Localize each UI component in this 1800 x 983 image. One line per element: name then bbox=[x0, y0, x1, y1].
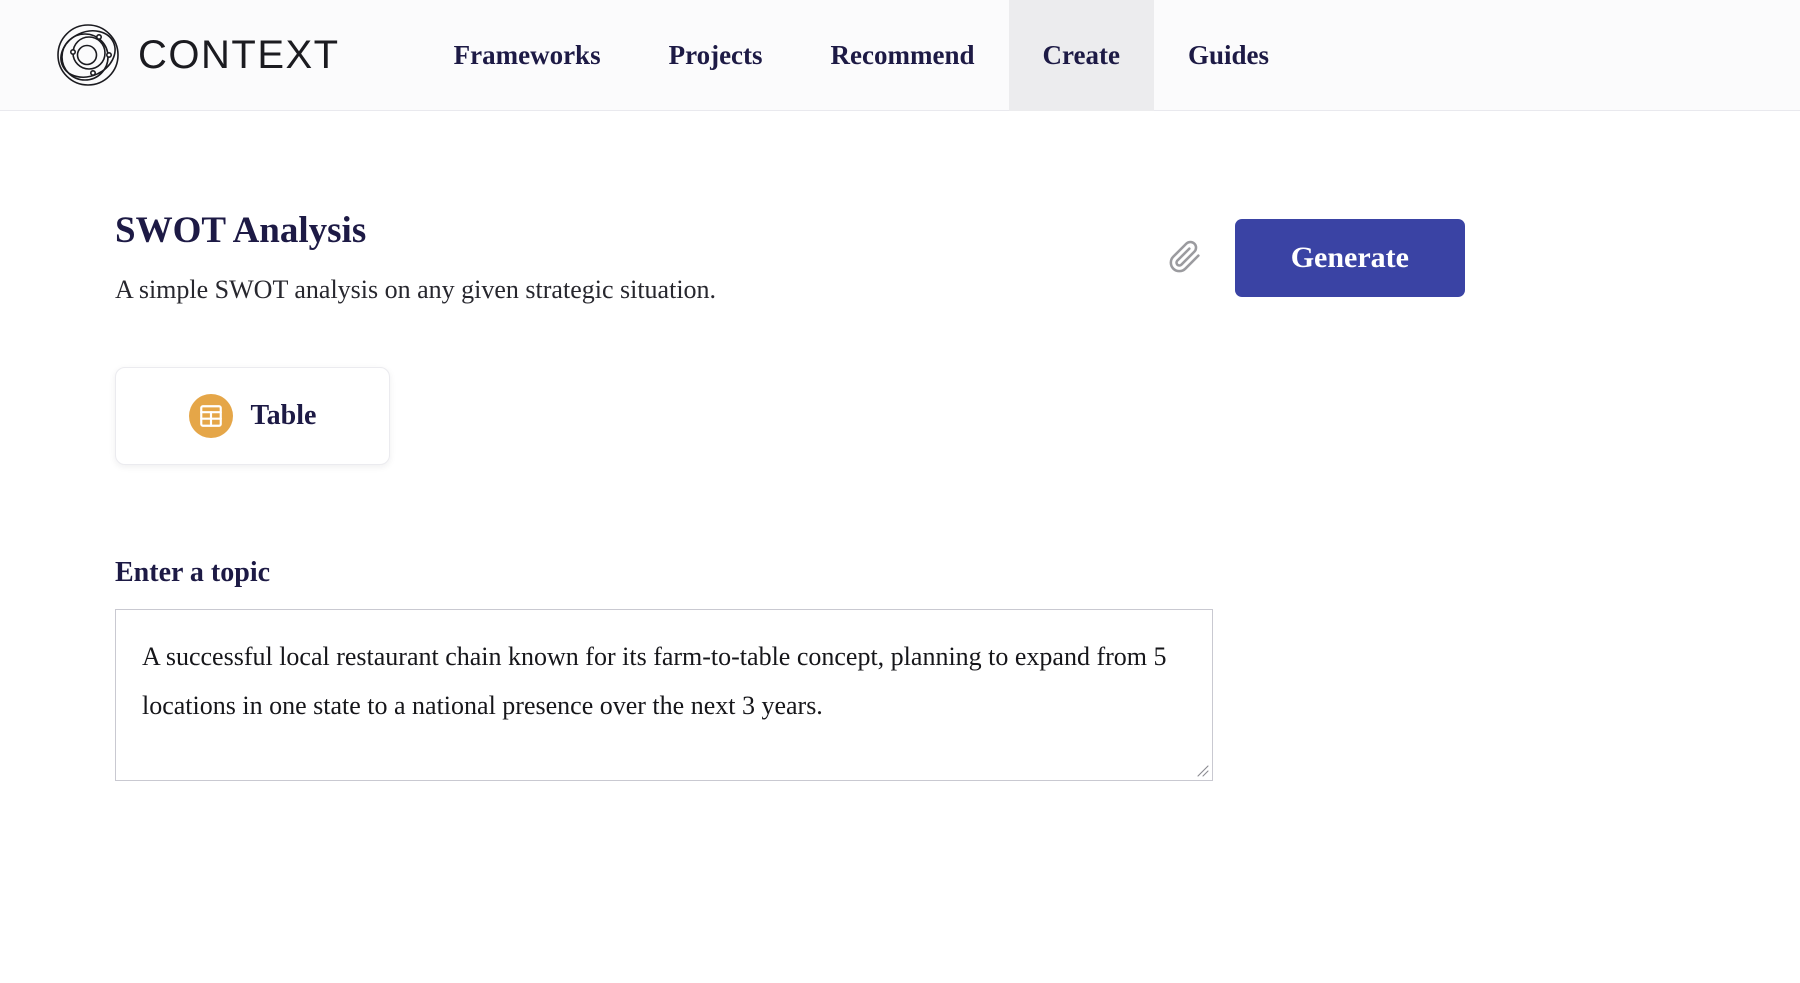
resize-handle-icon[interactable] bbox=[1193, 761, 1209, 777]
format-option-label: Table bbox=[250, 399, 317, 431]
generate-button[interactable]: Generate bbox=[1234, 219, 1465, 297]
format-option-table[interactable]: Table bbox=[115, 366, 390, 465]
brand-logo-link[interactable]: CONTEXT bbox=[48, 15, 340, 95]
page-title-block: SWOT Analysis A simple SWOT analysis on … bbox=[115, 210, 1163, 305]
nav-item-frameworks[interactable]: Frameworks bbox=[420, 0, 635, 111]
topic-input-value: A successful local restaurant chain know… bbox=[142, 641, 1174, 720]
main-navigation: Frameworks Projects Recommend Create Gui… bbox=[420, 0, 1303, 111]
brand-name: CONTEXT bbox=[138, 32, 340, 77]
nav-item-create[interactable]: Create bbox=[1008, 0, 1154, 111]
nav-item-projects[interactable]: Projects bbox=[635, 0, 797, 111]
nav-item-guides[interactable]: Guides bbox=[1154, 0, 1303, 111]
topic-field-label: Enter a topic bbox=[115, 556, 271, 588]
topic-field-block: Enter a topic A successful local restaur… bbox=[115, 557, 1800, 781]
app-header: CONTEXT Frameworks Projects Recommend Cr… bbox=[0, 0, 1800, 111]
page-actions: Generate bbox=[1163, 219, 1465, 297]
attach-file-button[interactable] bbox=[1163, 236, 1207, 280]
page-header-row: SWOT Analysis A simple SWOT analysis on … bbox=[115, 111, 1800, 305]
nav-item-recommend[interactable]: Recommend bbox=[797, 0, 1009, 111]
main-content: SWOT Analysis A simple SWOT analysis on … bbox=[0, 111, 1800, 781]
page-title: SWOT Analysis bbox=[115, 210, 367, 251]
page-subtitle: A simple SWOT analysis on any given stra… bbox=[115, 274, 717, 304]
table-grid-icon bbox=[188, 393, 233, 438]
orbital-circles-logo-icon bbox=[48, 15, 128, 95]
output-format-row: Table bbox=[115, 366, 1800, 465]
topic-input[interactable]: A successful local restaurant chain know… bbox=[115, 608, 1213, 781]
paperclip-icon bbox=[1168, 240, 1202, 277]
